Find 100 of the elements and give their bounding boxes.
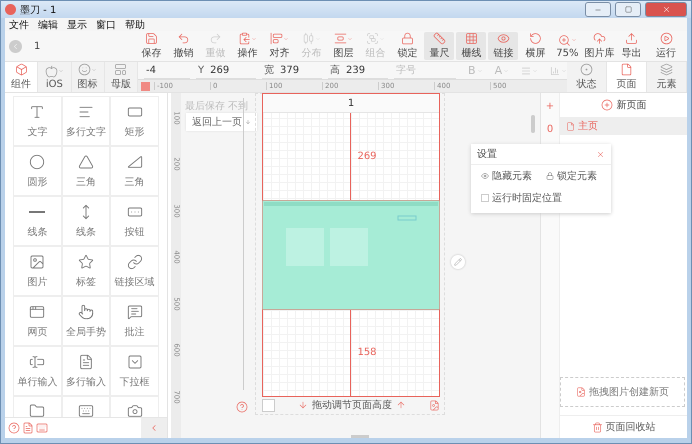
panel-tab[interactable]: 页面 — [607, 62, 648, 92]
text-icon — [29, 104, 46, 120]
new-page-button[interactable]: 新页面 — [560, 93, 687, 117]
run-button[interactable]: 运行 — [651, 32, 681, 60]
scrollbar-thumb[interactable] — [531, 115, 535, 133]
toolbar-button[interactable]: 量尺 — [424, 32, 454, 60]
panel-tab[interactable]: 母版 — [104, 62, 138, 92]
image-drop-zone[interactable]: 拖拽图片创建新页 — [560, 377, 685, 407]
component-item[interactable]: 多行文字 — [62, 96, 110, 146]
bars-icon — [550, 66, 560, 76]
keyboard-icon — [78, 403, 94, 417]
component-item[interactable]: 按钮 — [110, 196, 159, 246]
caret-icon — [346, 36, 353, 42]
popup-option[interactable]: 锁定元素 — [546, 169, 597, 183]
component-item[interactable]: 线条 — [13, 196, 62, 246]
dropdown-icon — [126, 354, 143, 370]
panel-tab[interactable]: 图标 — [72, 62, 105, 92]
save-status: 最后保存 不到 — [185, 100, 248, 113]
horizontal-line-icon — [29, 210, 46, 212]
undo-icon — [176, 32, 190, 45]
close-icon — [662, 5, 670, 14]
menu-item[interactable]: 编辑 — [38, 18, 58, 32]
toolbar-button[interactable]: 操作 — [232, 32, 262, 60]
save-icon — [144, 32, 158, 45]
back-page-button[interactable]: 返回上一页 — [186, 113, 257, 131]
component-item[interactable]: 标签 — [62, 246, 110, 296]
pencil-icon — [454, 258, 462, 266]
toolbar-button[interactable]: 75% — [552, 32, 582, 60]
circle-icon — [29, 154, 46, 170]
component-item[interactable]: 三角 — [62, 146, 110, 196]
plus-circle-icon — [600, 99, 612, 111]
component-item[interactable]: 线条 — [62, 196, 110, 246]
toolbar-button[interactable]: 保存 — [136, 32, 166, 60]
spacing-button[interactable] — [550, 66, 568, 76]
scrollbar-thumb[interactable] — [351, 435, 369, 438]
checkbox[interactable] — [262, 398, 275, 412]
link-icon — [126, 254, 143, 270]
component-item[interactable]: 图片 — [13, 246, 62, 296]
image-file-icon — [576, 387, 586, 397]
component-item[interactable]: 网页 — [13, 296, 62, 346]
toolbar-button[interactable]: 图片库 — [584, 32, 614, 60]
template-icon — [114, 63, 128, 76]
ruler-corner — [141, 82, 150, 91]
apple-icon — [44, 64, 58, 78]
toolbar-button[interactable]: 对齐 — [264, 32, 294, 60]
component-item[interactable]: 多行输入 — [62, 346, 110, 396]
checkbox[interactable] — [481, 194, 489, 202]
toolbar-button[interactable]: 横屏 — [520, 32, 550, 60]
page-number: 1 — [34, 40, 40, 52]
menu-item[interactable]: 窗口 — [96, 18, 116, 32]
camera-icon — [126, 403, 143, 417]
close-button[interactable] — [645, 2, 687, 17]
play-icon — [660, 32, 672, 45]
component-item[interactable]: 文字 — [13, 96, 62, 146]
redo-icon — [208, 32, 222, 45]
toolbar-button[interactable]: 锁定 — [392, 32, 422, 60]
toolbar-button[interactable]: 导出 — [616, 32, 646, 60]
menu-item[interactable]: 文件 — [9, 18, 29, 32]
browser-window-icon — [29, 304, 46, 320]
component-item[interactable]: 圆形 — [13, 146, 62, 196]
component-item[interactable]: 下拉框 — [110, 346, 159, 396]
component-item[interactable]: 批注 — [110, 296, 159, 346]
caret-icon — [378, 36, 385, 42]
back-button[interactable] — [9, 40, 22, 52]
popup-option[interactable]: 运行时固定位置 — [481, 191, 562, 205]
panel-tab[interactable]: iOS — [38, 62, 72, 92]
artboard-title: 1 — [348, 98, 354, 108]
toolbar-button[interactable]: 撤销 — [168, 32, 198, 60]
maximize-icon — [624, 6, 632, 13]
panel-tab[interactable]: 状态 — [567, 62, 608, 92]
maximize-button[interactable] — [615, 2, 641, 17]
edit-button[interactable] — [451, 255, 465, 269]
component-item[interactable]: 矩形 — [110, 96, 159, 146]
menu-item[interactable]: 显示 — [67, 18, 87, 32]
popup-option[interactable]: 隐藏元素 — [481, 169, 532, 183]
component-item[interactable]: 三角 — [110, 146, 159, 196]
distance-label: 269 — [357, 150, 377, 162]
smiley-icon — [78, 63, 92, 76]
close-icon — [596, 150, 605, 158]
minimize-button[interactable] — [585, 2, 611, 17]
document-icon — [22, 422, 34, 434]
component-item[interactable]: 全局手势 — [62, 296, 110, 346]
toolbar-button[interactable]: 图层 — [328, 32, 358, 60]
text-align-button[interactable] — [521, 66, 538, 76]
window-title: 墨刀 - 1 — [20, 4, 58, 16]
menu-item[interactable]: 帮助 — [125, 18, 145, 32]
star-icon — [78, 254, 94, 270]
panel-tab[interactable]: 组件 — [5, 62, 38, 92]
toolbar-button[interactable]: 栅线 — [456, 32, 486, 60]
caret-icon — [250, 36, 257, 42]
panel-tab[interactable]: 元素 — [647, 62, 687, 92]
popup-title: 设置 — [477, 148, 497, 161]
page-icon — [566, 122, 575, 130]
component-item[interactable]: 单行输入 — [13, 346, 62, 396]
cube-icon — [14, 63, 28, 76]
component-item[interactable]: 链接区域 — [110, 246, 159, 296]
text-input-icon — [29, 354, 46, 370]
arrow-down-icon — [298, 400, 308, 410]
toolbar-button[interactable]: 链接 — [488, 32, 518, 60]
recycle-bin-button[interactable]: 页面回收站 — [560, 415, 687, 438]
